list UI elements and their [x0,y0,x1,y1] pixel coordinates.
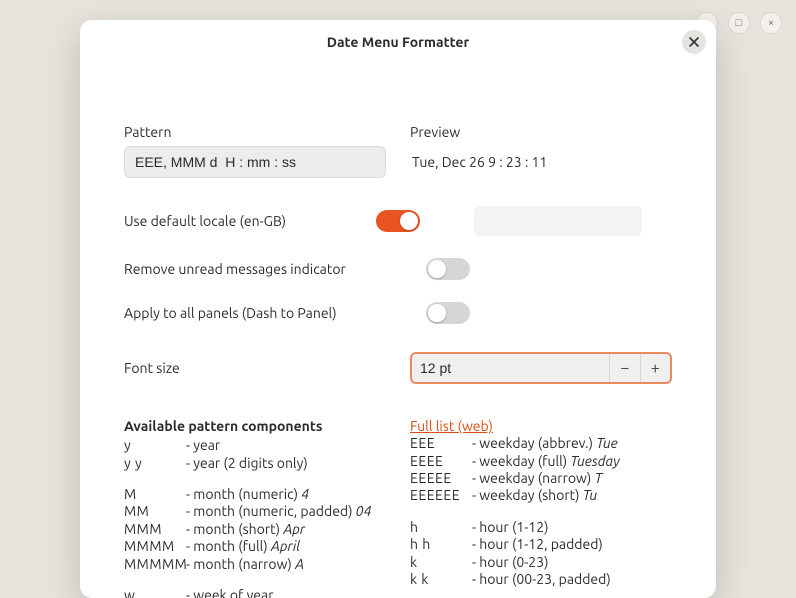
pattern-label: Pattern [124,124,386,140]
pattern-desc: - year [186,437,220,453]
pattern-desc: - weekday (narrow) [472,470,591,486]
list-gap [124,573,410,587]
pattern-token: y y [124,455,186,472]
font-size-label: Font size [124,360,410,376]
pattern-desc: - month (full) [186,538,268,554]
pattern-token: MMM [124,521,186,538]
font-size-input[interactable] [412,354,609,382]
pattern-token: k [410,554,472,571]
apply-all-panels-toggle[interactable] [426,302,470,324]
list-gap [410,588,672,598]
pattern-item: k k- hour (00-23, padded) [410,571,672,588]
pattern-desc: - hour (1-12) [472,519,549,535]
list-gap [124,472,410,486]
pattern-desc: - year (2 digits only) [186,455,308,471]
pattern-item: EEE- weekday (abbrev.) Tue [410,435,672,452]
locale-input-disabled [474,206,642,236]
pattern-token: EEEEEE [410,487,472,504]
pattern-example: T [595,470,603,486]
pattern-desc: - hour (00-23, padded) [472,571,611,587]
minus-icon: − [620,359,629,377]
pattern-example: Tu [583,487,597,503]
font-size-decrement[interactable]: − [609,354,640,382]
pattern-token: M [124,486,186,503]
pattern-item: h h- hour (1-12, padded) [410,536,672,553]
pattern-desc: - hour (0-23) [472,554,549,570]
pattern-item: y- year [124,437,410,454]
remove-unread-toggle[interactable] [426,258,470,280]
pattern-item: MMM- month (short) Apr [124,521,410,538]
pattern-token: y [124,437,186,454]
pattern-desc: - month (numeric, padded) [186,503,353,519]
pattern-token: EEEE [410,453,472,470]
pattern-list-right: EEE- weekday (abbrev.) TueEEEE- weekday … [410,435,672,598]
settings-dialog: Date Menu Formatter Pattern Preview Tue,… [80,20,716,598]
pattern-example: 04 [356,503,372,519]
pattern-desc: - month (narrow) [186,556,292,572]
available-heading: Available pattern components [124,418,410,435]
pattern-item: k- hour (0-23) [410,554,672,571]
pattern-desc: - weekday (short) [472,487,580,503]
pattern-item: MMMM- month (full) April [124,538,410,555]
use-default-locale-label: Use default locale (en-GB) [124,213,352,229]
pattern-token: MM [124,503,186,520]
pattern-token: EEE [410,435,472,452]
preview-value: Tue, Dec 26 9 : 23 : 11 [410,154,672,170]
close-button[interactable] [682,30,706,54]
pattern-item: M- month (numeric) 4 [124,486,410,503]
pattern-item: MMMMM- month (narrow) A [124,556,410,573]
apply-all-panels-label: Apply to all panels (Dash to Panel) [124,305,410,321]
plus-icon: + [651,359,660,377]
pattern-example: April [271,538,300,554]
pattern-desc: - weekday (abbrev.) [472,435,593,451]
dialog-content: Pattern Preview Tue, Dec 26 9 : 23 : 11 … [80,64,716,598]
pattern-token: EEEEE [410,470,472,487]
pattern-item: EEEEE- weekday (narrow) T [410,470,672,487]
remove-unread-label: Remove unread messages indicator [124,261,410,277]
pattern-desc: - weekday (full) [472,453,567,469]
pattern-desc: - month (numeric) [186,486,298,502]
pattern-example: A [295,556,304,572]
bg-close-button[interactable]: × [760,12,782,34]
list-gap [410,505,672,519]
pattern-token: MMMM [124,538,186,555]
preview-label: Preview [410,124,672,140]
pattern-desc: - week of year [186,587,274,598]
pattern-list-left: y- yeary y- year (2 digits only)M- month… [124,437,410,598]
full-list-link[interactable]: Full list (web) [410,418,493,434]
close-icon [689,35,699,50]
dialog-title: Date Menu Formatter [327,34,470,50]
pattern-item: EEEE- weekday (full) Tuesday [410,453,672,470]
pattern-example: 4 [301,486,309,502]
pattern-input[interactable] [124,146,386,178]
pattern-token: h h [410,536,472,553]
pattern-token: h [410,519,472,536]
pattern-token: w [124,587,186,598]
pattern-token: k k [410,571,472,588]
pattern-desc: - hour (1-12, padded) [472,536,603,552]
pattern-example: Tue [596,435,617,451]
pattern-item: EEEEEE- weekday (short) Tu [410,487,672,504]
pattern-example: Tuesday [570,453,619,469]
font-size-stepper: − + [410,352,672,384]
pattern-desc: - month (short) [186,521,280,537]
titlebar: Date Menu Formatter [80,20,716,64]
use-default-locale-toggle[interactable] [376,210,420,232]
pattern-item: y y- year (2 digits only) [124,455,410,472]
pattern-token: MMMMM [124,556,186,573]
pattern-example: Apr [283,521,305,537]
pattern-item: h- hour (1-12) [410,519,672,536]
pattern-item: MM- month (numeric, padded) 04 [124,503,410,520]
available-components: Available pattern components y- yeary y-… [124,418,672,598]
font-size-increment[interactable]: + [640,354,671,382]
bg-maximize-button[interactable]: □ [728,12,750,34]
pattern-item: w- week of year [124,587,410,598]
